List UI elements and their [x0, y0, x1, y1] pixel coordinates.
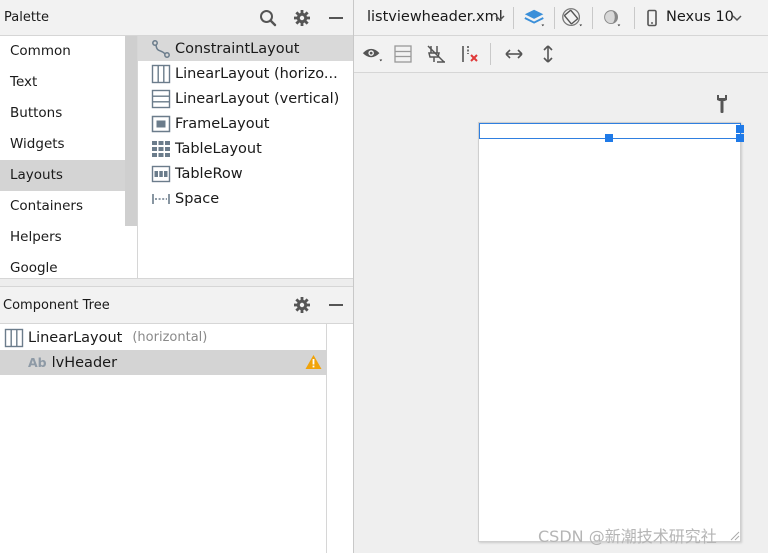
toolbar-separator	[634, 7, 635, 29]
editor-toolbar-top: listviewheader.xml Nexus 10	[354, 0, 768, 36]
device-selector[interactable]: Nexus 10	[666, 9, 734, 25]
widget-label: Space	[175, 190, 220, 207]
toolbar-separator	[592, 7, 593, 29]
left-panel: Palette Common Text Buttons Widgets Layo…	[0, 0, 354, 553]
widget-label: ConstraintLayout	[175, 40, 300, 57]
search-icon[interactable]	[257, 7, 279, 29]
tree-node-label: lvHeader	[51, 354, 118, 371]
widget-table-layout[interactable]: TableLayout	[138, 136, 353, 161]
widget-linear-layout-horizontal[interactable]: LinearLayout (horizo...	[138, 61, 353, 86]
table-row-icon	[151, 165, 171, 182]
category-scrollbar[interactable]	[125, 36, 137, 226]
widget-label: LinearLayout (vertical)	[175, 90, 340, 107]
warning-icon[interactable]	[305, 354, 322, 370]
palette-widget-list: ConstraintLayout LinearLayout (horizo...…	[138, 36, 353, 279]
widget-label: TableLayout	[175, 140, 262, 157]
design-canvas[interactable]	[354, 73, 768, 553]
editor-panel: listviewheader.xml Nexus 10	[354, 0, 768, 553]
wrench-icon[interactable]	[713, 94, 731, 114]
category-containers[interactable]: Containers	[0, 191, 125, 222]
widget-frame-layout[interactable]: FrameLayout	[138, 111, 353, 136]
editor-toolbar-bottom	[354, 36, 768, 73]
chevron-down-icon[interactable]	[495, 14, 505, 22]
space-icon	[152, 193, 170, 204]
table-layout-icon	[152, 140, 170, 157]
clear-constraints-icon[interactable]	[458, 43, 482, 65]
resize-handle-bottom[interactable]	[605, 134, 613, 142]
linear-layout-horizontal-icon	[151, 64, 171, 83]
widget-label: LinearLayout (horizo...	[175, 65, 338, 82]
category-widgets[interactable]: Widgets	[0, 129, 125, 160]
minimize-icon[interactable]	[325, 294, 347, 316]
category-common[interactable]: Common	[0, 36, 125, 67]
palette-header: Palette	[0, 0, 353, 36]
textview-icon: Ab	[28, 355, 47, 370]
tree-node-linear-layout[interactable]: LinearLayout (horizontal)	[0, 325, 327, 350]
component-tree-title: Component Tree	[3, 298, 110, 313]
widget-space[interactable]: Space	[138, 186, 353, 211]
gear-icon[interactable]	[291, 294, 313, 316]
minimize-icon[interactable]	[325, 7, 347, 29]
blueprint-icon[interactable]	[391, 43, 415, 65]
file-tab-label[interactable]: listviewheader.xml	[367, 9, 503, 25]
tree-node-detail: (horizontal)	[132, 330, 208, 345]
toolbar-separator	[554, 7, 555, 29]
widget-label: TableRow	[175, 165, 243, 182]
device-preview[interactable]	[478, 122, 744, 542]
component-tree: LinearLayout (horizontal) Ab lvHeader	[0, 324, 327, 553]
category-helpers[interactable]: Helpers	[0, 222, 125, 253]
vertical-resize-icon[interactable]	[536, 43, 560, 65]
tree-node-lvheader[interactable]: Ab lvHeader	[0, 350, 327, 375]
widget-linear-layout-vertical[interactable]: LinearLayout (vertical)	[138, 86, 353, 111]
tree-node-label: LinearLayout	[28, 329, 123, 346]
horizontal-resize-icon[interactable]	[502, 43, 526, 65]
layers-icon[interactable]	[523, 7, 547, 29]
panel-splitter[interactable]	[0, 278, 353, 287]
category-layouts[interactable]: Layouts	[0, 160, 125, 191]
eye-icon[interactable]	[361, 43, 385, 65]
widget-table-row[interactable]: TableRow	[138, 161, 353, 186]
palette-title: Palette	[4, 10, 50, 25]
resize-handle-bottom-right[interactable]	[736, 134, 744, 142]
palette-categories: Common Text Buttons Widgets Layouts Cont…	[0, 36, 138, 279]
category-buttons[interactable]: Buttons	[0, 98, 125, 129]
watermark: CSDN @新潮技术研究社	[538, 527, 717, 546]
frame-layout-icon	[151, 115, 171, 132]
category-google[interactable]: Google	[0, 253, 125, 279]
resize-handle-right[interactable]	[736, 125, 744, 133]
widget-constraint-layout[interactable]: ConstraintLayout	[138, 36, 353, 61]
autoconnect-off-icon[interactable]	[424, 43, 448, 65]
resize-grip-icon[interactable]	[728, 529, 740, 541]
toolbar-separator	[513, 7, 514, 29]
linear-layout-horizontal-icon	[4, 328, 24, 347]
widget-label: FrameLayout	[175, 115, 270, 132]
linear-layout-vertical-icon	[151, 89, 171, 108]
phone-icon	[647, 9, 657, 27]
toolbar-separator	[490, 43, 491, 65]
rotate-orientation-icon[interactable]	[560, 7, 584, 29]
chevron-down-icon[interactable]	[732, 14, 742, 22]
gear-icon[interactable]	[291, 7, 313, 29]
component-tree-header: Component Tree	[0, 287, 353, 324]
category-text[interactable]: Text	[0, 67, 125, 98]
constraint-layout-icon	[152, 39, 170, 58]
theme-icon[interactable]	[600, 7, 624, 29]
